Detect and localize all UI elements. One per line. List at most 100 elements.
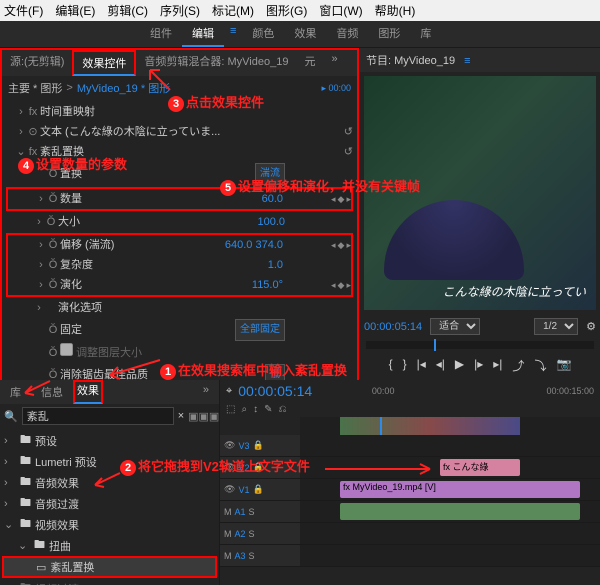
prop-evolution[interactable]: ›Ŏ演化115.0°◂◆▸ — [8, 275, 351, 295]
folder-video-transitions[interactable]: ›🖿视频过渡 — [2, 578, 217, 585]
folder-lumetri[interactable]: ›🖿Lumetri 预设 — [2, 451, 217, 472]
panel-menu-icon[interactable]: » — [323, 50, 345, 76]
mute-icon[interactable]: M — [224, 551, 232, 561]
track-body[interactable] — [300, 545, 600, 566]
track-body[interactable] — [300, 523, 600, 544]
mark-out-icon[interactable]: } — [403, 357, 407, 374]
prop-resize[interactable]: Ŏ 调整图层大小 — [6, 342, 353, 363]
clip-audio[interactable] — [340, 503, 580, 520]
solo-icon[interactable]: S — [249, 529, 255, 539]
toggle-icon[interactable]: 👁 — [224, 462, 235, 473]
menu-file[interactable]: 文件(F) — [4, 2, 43, 19]
tab-metadata[interactable]: 元 — [296, 50, 323, 76]
menu-marker[interactable]: 标记(M) — [212, 2, 254, 19]
tool-icon[interactable]: ⎌ — [278, 404, 286, 415]
play-icon[interactable]: ▶ — [455, 357, 464, 374]
evolution-value[interactable]: 115.0° — [252, 276, 283, 294]
effects-search-input[interactable] — [22, 407, 174, 425]
effect-turbulent-displace[interactable]: ▭紊乱置换 — [2, 556, 217, 578]
tab-effects[interactable]: 效果 — [284, 21, 326, 47]
tool-icon[interactable]: ⌕ — [241, 404, 247, 415]
filter-icon[interactable]: ▣▣▣ — [188, 410, 219, 423]
reset-icon[interactable]: ↺ — [344, 143, 353, 161]
clip-name-link[interactable]: MyVideo_19 * 图形 — [77, 80, 170, 96]
tab-color[interactable]: 颜色 — [242, 21, 284, 47]
tab-library[interactable]: 库 — [0, 380, 31, 404]
timeline-ruler[interactable] — [300, 417, 600, 435]
panel-menu-icon[interactable]: » — [193, 380, 219, 404]
step-fwd-icon[interactable]: |▸ — [474, 357, 483, 374]
lock-icon[interactable]: 🔒 — [252, 462, 263, 473]
menu-help[interactable]: 帮助(H) — [375, 2, 416, 19]
step-back-icon[interactable]: ◂| — [436, 357, 445, 374]
folder-distort[interactable]: ⌄🖿扭曲 — [2, 535, 217, 556]
tab-assembly[interactable]: 组件 — [140, 21, 182, 47]
menu-edit[interactable]: 编辑(E) — [55, 2, 95, 19]
add-keyframe-icon[interactable]: ◆ — [338, 276, 345, 294]
clip-text[interactable]: fx こんな綠 — [440, 459, 520, 476]
prop-displacement[interactable]: Ŏ置换湍流 — [6, 162, 353, 186]
prop-amount[interactable]: ›Ŏ数量60.0◂◆▸ — [8, 189, 351, 209]
displacement-dropdown[interactable]: 湍流 — [255, 163, 285, 185]
tab-audio[interactable]: 音频 — [326, 21, 368, 47]
tab-source[interactable]: 源:(无剪辑) — [2, 50, 72, 76]
tool-icon[interactable]: ✎ — [264, 404, 272, 415]
clear-search-icon[interactable]: × — [178, 410, 184, 422]
video-preview[interactable]: こんな綠の木陰に立ってい — [364, 76, 596, 310]
snap-icon[interactable]: ⌖ — [226, 385, 232, 398]
complexity-value[interactable]: 1.0 — [268, 256, 283, 274]
tab-editing[interactable]: 编辑 — [182, 21, 224, 47]
toggle-icon[interactable]: 👁 — [224, 440, 235, 451]
tab-library[interactable]: 库 — [410, 21, 441, 47]
mute-icon[interactable]: M — [224, 529, 232, 539]
prev-keyframe-icon[interactable]: ◂ — [331, 190, 336, 208]
track-body[interactable] — [300, 435, 600, 456]
prop-turbulent-displace[interactable]: ⌄fx紊乱置换↺ — [6, 142, 353, 162]
next-keyframe-icon[interactable]: ▸ — [346, 190, 351, 208]
pinning-dropdown[interactable]: 全部固定 — [235, 319, 285, 341]
panel-menu-icon[interactable]: ≡ — [458, 51, 476, 71]
add-keyframe-icon[interactable]: ◆ — [338, 236, 345, 254]
tool-icon[interactable]: ↕ — [253, 404, 258, 415]
clip-video[interactable]: fx MyVideo_19.mp4 [V] — [340, 481, 580, 498]
lock-icon[interactable]: 🔒 — [252, 484, 263, 495]
menu-window[interactable]: 窗口(W) — [319, 2, 362, 19]
prop-text[interactable]: ›⊙文本 (こんな綠の木陰に立っていま...↺ — [6, 122, 353, 142]
prop-size[interactable]: ›Ŏ大小100.0 — [6, 212, 353, 232]
export-frame-icon[interactable]: 📷 — [556, 357, 571, 374]
go-out-icon[interactable]: ▸| — [493, 357, 502, 374]
folder-audio-effects[interactable]: ›🖿音频效果 — [2, 472, 217, 493]
prop-pinning[interactable]: Ŏ固定全部固定 — [6, 318, 353, 342]
prop-offset[interactable]: ›Ŏ偏移 (湍流)640.0 374.0◂◆▸ — [8, 235, 351, 255]
tab-effects-browser[interactable]: 效果 — [73, 380, 103, 404]
resolution-dropdown[interactable]: 1/2 — [534, 318, 578, 335]
menu-clip[interactable]: 剪辑(C) — [107, 2, 148, 19]
folder-video-effects[interactable]: ⌄🖿视频效果 — [2, 514, 217, 535]
solo-icon[interactable]: S — [249, 551, 255, 561]
tab-graphics[interactable]: 图形 — [368, 21, 410, 47]
menu-sequence[interactable]: 序列(S) — [160, 2, 200, 19]
program-timecode[interactable]: 00:00:05:14 — [364, 321, 422, 333]
prev-keyframe-icon[interactable]: ◂ — [331, 276, 336, 294]
next-keyframe-icon[interactable]: ▸ — [346, 276, 351, 294]
next-keyframe-icon[interactable]: ▸ — [346, 236, 351, 254]
tool-icon[interactable]: ⬚ — [226, 404, 235, 415]
reset-icon[interactable]: ↺ — [344, 123, 353, 141]
tab-audio-mixer[interactable]: 音频剪辑混合器: MyVideo_19 — [136, 50, 296, 76]
amount-value[interactable]: 60.0 — [262, 190, 283, 208]
zoom-dropdown[interactable]: 适合 — [430, 318, 480, 335]
track-body[interactable]: fx こんな綠 — [300, 457, 600, 478]
extract-icon[interactable]: ⤵ — [534, 357, 546, 374]
lift-icon[interactable]: ⤴ — [512, 357, 524, 374]
mute-icon[interactable]: M — [224, 507, 232, 517]
prop-time-remap[interactable]: ›fx时间重映射 — [6, 102, 353, 122]
tab-menu-icon[interactable]: ≡ — [224, 21, 242, 47]
track-body[interactable] — [300, 501, 600, 522]
lock-icon[interactable]: 🔒 — [252, 440, 263, 451]
timeline-timecode[interactable]: 00:00:05:14 — [238, 383, 312, 399]
menu-graphics[interactable]: 图形(G) — [266, 2, 307, 19]
folder-audio-transitions[interactable]: ›🖿音频过渡 — [2, 493, 217, 514]
offset-value[interactable]: 640.0 374.0 — [225, 236, 283, 254]
playhead[interactable] — [380, 417, 382, 435]
go-in-icon[interactable]: |◂ — [417, 357, 426, 374]
